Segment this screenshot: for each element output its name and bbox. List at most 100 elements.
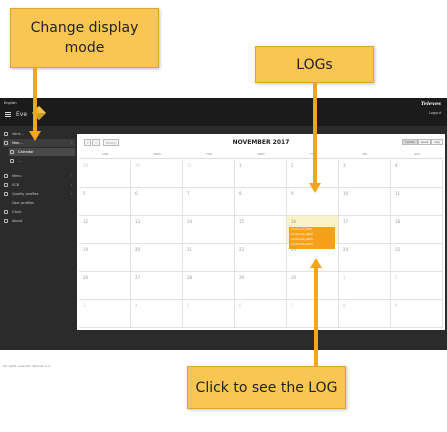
calendar-day-cell[interactable]: 4 [391,160,443,188]
sidebar-item-quality-profiles[interactable]: Quality profiles › [3,190,75,198]
day-number: 1 [343,275,346,280]
calendar-day-cell[interactable]: 5 [79,188,131,216]
calendar-day-cell[interactable]: 30 [131,160,183,188]
day-number: 3 [343,163,346,168]
sidebar-item-label: Mon... [12,141,23,145]
sidebar-item-menu[interactable]: Menu › [3,172,75,180]
sidebar-item-label: About [12,219,23,223]
calendar-day-cell[interactable]: 29 [79,160,131,188]
calendar-day-cell[interactable]: 19 [79,244,131,272]
calendar-day-cell[interactable]: 1 [235,160,287,188]
day-number: 27 [135,275,141,280]
weekday-header: TUE [183,152,235,159]
calendar-day-cell[interactable]: 18 [391,216,443,244]
sidebar-item-label: Calendar [18,150,34,154]
calendar-title: NOVEMBER 2017 [232,139,290,146]
calendar-day-cell[interactable]: 13 [131,216,183,244]
callout-click-to-see-log: Click to see the LOG [187,366,346,409]
day-number: 7 [291,303,294,308]
sidebar-item-about[interactable]: About [3,217,75,225]
chart-icon [4,141,8,145]
day-number: 17 [343,219,349,224]
calendar-day-cell[interactable]: 16 10:00 LOG_0001 10:00 LOG_0002 10:00 LOG_… [287,216,339,249]
day-number: 9 [395,303,398,308]
day-number: 30 [291,275,297,280]
calendar-day-cell[interactable]: 4 [131,300,183,328]
calendar-day-cell[interactable]: 21 [183,244,235,272]
calendar-day-cell[interactable]: 11 [391,188,443,216]
sidebar-item-clock[interactable]: Clock [3,208,75,216]
chevron-icon: › [70,183,72,187]
calendar-day-cell[interactable]: 26 [79,272,131,300]
calendar-day-cell[interactable]: 14 [183,216,235,244]
arrow-click-head [310,258,322,268]
calendar-icon [10,150,14,154]
day-number: 29 [83,163,89,168]
calendar-day-cell[interactable]: 29 [235,272,287,300]
weekday-header: SUN [79,152,131,159]
language-selector[interactable]: English [4,101,17,105]
calendar-day-cell[interactable]: 20 [131,244,183,272]
quality-icon [4,192,8,196]
chevron-icon: › [70,141,72,145]
calendar-day-cell[interactable]: 5 [183,300,235,328]
calendar-day-cell[interactable]: 6 [131,188,183,216]
calendar-day-cell[interactable]: 9 [391,300,443,328]
view-month-button[interactable]: month [401,139,418,145]
day-number: 19 [83,247,89,252]
calendar-day-cell[interactable]: 3 [79,300,131,328]
day-number: 5 [83,191,86,196]
app-title: Eve [16,111,28,118]
day-number: 10 [343,191,349,196]
sidebar-item-sub[interactable]: ... [9,157,75,165]
calendar-day-cell[interactable]: 22 [235,244,287,272]
arrow-logs-head [309,183,321,193]
day-number: 8 [239,191,242,196]
info-icon [4,132,8,136]
day-number: 28 [187,275,193,280]
sidebar-item-label: Menu [12,174,22,178]
calendar-day-cell[interactable]: 8 [339,300,391,328]
calendar-day-cell[interactable]: 27 [131,272,183,300]
view-day-button[interactable]: day [431,139,443,145]
calendar-day-cell[interactable]: 2 [391,272,443,300]
copyright-note: All rights reserved. Televés, S.A. [3,364,52,368]
day-number: 30 [135,163,141,168]
calendar-day-cell[interactable]: 6 [235,300,287,328]
calendar-day-cell[interactable]: 25 [391,244,443,272]
arrow-click-shaft [314,268,318,366]
sidebar-item-user-profiles[interactable]: User profiles [3,199,75,207]
calendar-day-cell[interactable]: 28 [183,272,235,300]
menu-icon[interactable] [5,112,11,117]
calendar-day-cell[interactable]: 10 [339,188,391,216]
calendar-day-cell[interactable]: 8 [235,188,287,216]
logout-link[interactable]: Logout [429,111,441,115]
about-icon [4,219,8,223]
view-mode-buttons: month week day [401,139,443,145]
calendar-day-cell[interactable]: 3 [339,160,391,188]
calendar-grid: SUNMONTUEWEDTHUFRISAT2930311234567891011… [79,152,443,328]
chevron-icon: › [70,174,72,178]
day-number: 15 [239,219,245,224]
day-number: 25 [395,247,401,252]
calendar-day-cell[interactable]: 12 [79,216,131,244]
day-number: 7 [187,191,190,196]
calendar-day-cell[interactable]: 1 [339,272,391,300]
calendar-day-cell[interactable]: 7 [287,300,339,328]
arrow-mode-head [29,131,41,141]
calendar-day-cell[interactable]: 30 [287,272,339,300]
weekday-header: WED [235,152,287,159]
calendar-day-cell[interactable]: 31 [183,160,235,188]
sidebar-item-scb[interactable]: SCB › [3,181,75,189]
calendar-day-cell[interactable]: 17 [339,216,391,244]
calendar-day-cell[interactable]: 15 [235,216,287,244]
view-week-button[interactable]: week [417,139,432,145]
day-number: 6 [239,303,242,308]
sidebar-item-calendar[interactable]: Calendar [9,148,75,156]
day-number: 23 [291,247,297,252]
calendar-day-cell[interactable]: 24 [339,244,391,272]
app-window: English Eve Televes Logout Versi... Mon.… [0,98,447,368]
calendar-day-cell[interactable]: 7 [183,188,235,216]
day-number: 22 [239,247,245,252]
day-number: 24 [343,247,349,252]
